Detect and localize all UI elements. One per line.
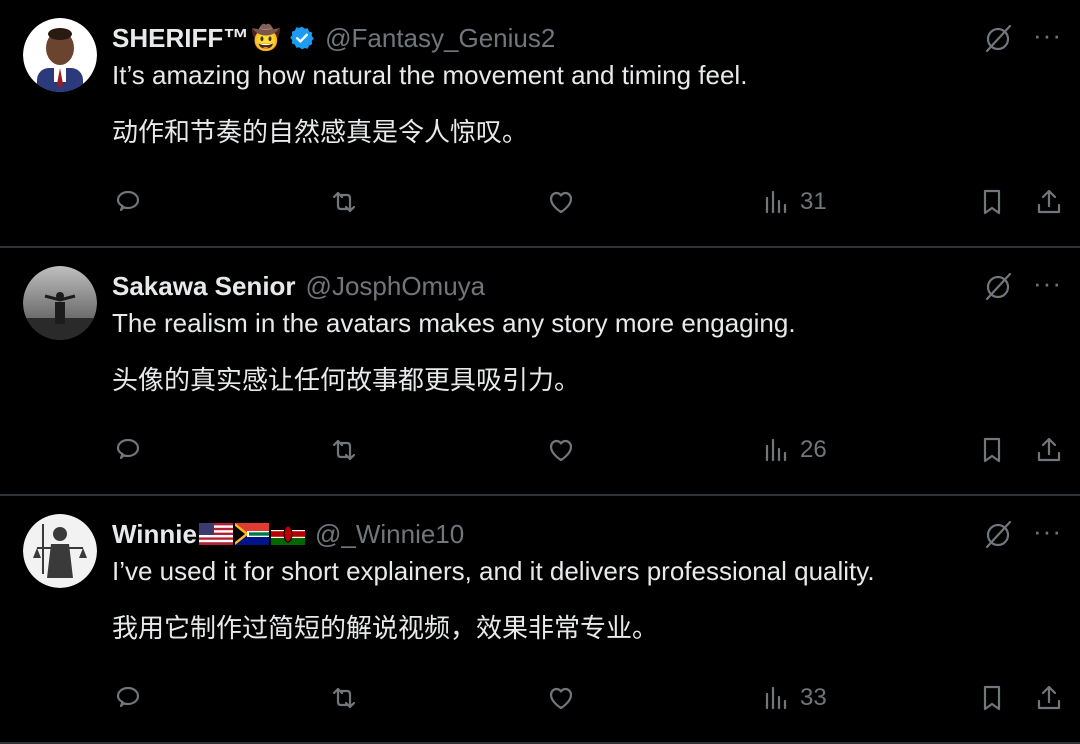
verified-badge-icon [290,26,314,50]
heart-icon [549,439,573,462]
grok-icon[interactable] [982,270,1014,302]
user-handle[interactable]: @Fantasy_Genius2 [325,23,555,54]
more-options-icon[interactable]: ··· [1033,516,1062,547]
like-button[interactable] [546,678,576,718]
view-count: 31 [800,188,827,215]
bookmark-button[interactable] [977,182,1007,222]
heart-icon [549,191,573,214]
reply-button[interactable] [113,182,143,222]
analytics-icon [765,438,787,462]
share-icon [1037,189,1061,214]
reply-button[interactable] [113,678,143,718]
tweet-header: Sakawa Senior @JosphOmuya [112,266,485,306]
bookmark-button[interactable] [977,430,1007,470]
cowboy-emoji-icon: 🤠 [251,24,282,52]
share-button[interactable] [1034,430,1064,470]
tweet-2[interactable]: Sakawa Senior @JosphOmuya ··· The realis… [0,248,1080,496]
bookmark-button[interactable] [977,678,1007,718]
share-button[interactable] [1034,182,1064,222]
repost-icon [332,687,356,709]
views-button[interactable]: 26 [762,430,827,470]
tweet-1[interactable]: SHERIFF™ 🤠 @Fantasy_Genius2 ··· It’s ama… [0,0,1080,248]
view-count: 33 [800,684,827,711]
display-name[interactable]: Sakawa Senior [112,271,296,302]
view-count: 26 [800,436,827,463]
bookmark-icon [983,685,1001,711]
tweet-actions: 31 [0,182,1080,222]
avatar[interactable] [23,266,97,340]
display-name[interactable]: SHERIFF™ [112,23,249,54]
tweet-text: The realism in the avatars makes any sto… [112,308,796,338]
repost-button[interactable] [329,678,359,718]
avatar[interactable] [23,514,97,588]
grok-icon[interactable] [982,518,1014,550]
tweet-header: SHERIFF™ 🤠 @Fantasy_Genius2 [112,18,555,58]
reply-feed: SHERIFF™ 🤠 @Fantasy_Genius2 ··· It’s ama… [0,0,1080,744]
views-button[interactable]: 31 [762,182,827,222]
south-africa-flag-icon [234,523,269,545]
tweet-translation: 头像的真实感让任何故事都更具吸引力。 [112,366,581,396]
more-options-icon[interactable]: ··· [1033,20,1062,51]
display-name[interactable]: Winnie [112,519,197,550]
repost-icon [332,191,356,213]
reply-button[interactable] [113,430,143,470]
avatar[interactable] [23,18,97,92]
repost-icon [332,439,356,461]
us-flag-icon [198,523,233,545]
bookmark-icon [983,437,1001,463]
tweet-text: It’s amazing how natural the movement an… [112,60,748,90]
like-button[interactable] [546,182,576,222]
tweet-header: Winnie @_Winnie10 [112,514,464,554]
user-handle[interactable]: @_Winnie10 [315,519,464,550]
reply-icon [116,190,140,212]
tweet-3[interactable]: Winnie @_Winnie10 ··· I’ve used it for s… [0,496,1080,744]
reply-icon [116,438,140,460]
user-handle[interactable]: @JosphOmuya [306,271,486,302]
kenya-flag-icon [270,523,305,545]
tweet-translation: 动作和节奏的自然感真是令人惊叹。 [112,118,529,148]
grok-icon[interactable] [982,22,1014,54]
bookmark-icon [983,189,1001,215]
repost-button[interactable] [329,430,359,470]
reply-icon [116,686,140,708]
repost-button[interactable] [329,182,359,222]
share-button[interactable] [1034,678,1064,718]
analytics-icon [765,686,787,710]
share-icon [1037,685,1061,710]
analytics-icon [765,190,787,214]
more-options-icon[interactable]: ··· [1033,268,1062,299]
views-button[interactable]: 33 [762,678,827,718]
share-icon [1037,437,1061,462]
tweet-actions: 33 [0,678,1080,718]
like-button[interactable] [546,430,576,470]
tweet-actions: 26 [0,430,1080,470]
tweet-translation: 我用它制作过简短的解说视频，效果非常专业。 [112,614,659,644]
tweet-text: I’ve used it for short explainers, and i… [112,556,875,586]
heart-icon [549,687,573,710]
